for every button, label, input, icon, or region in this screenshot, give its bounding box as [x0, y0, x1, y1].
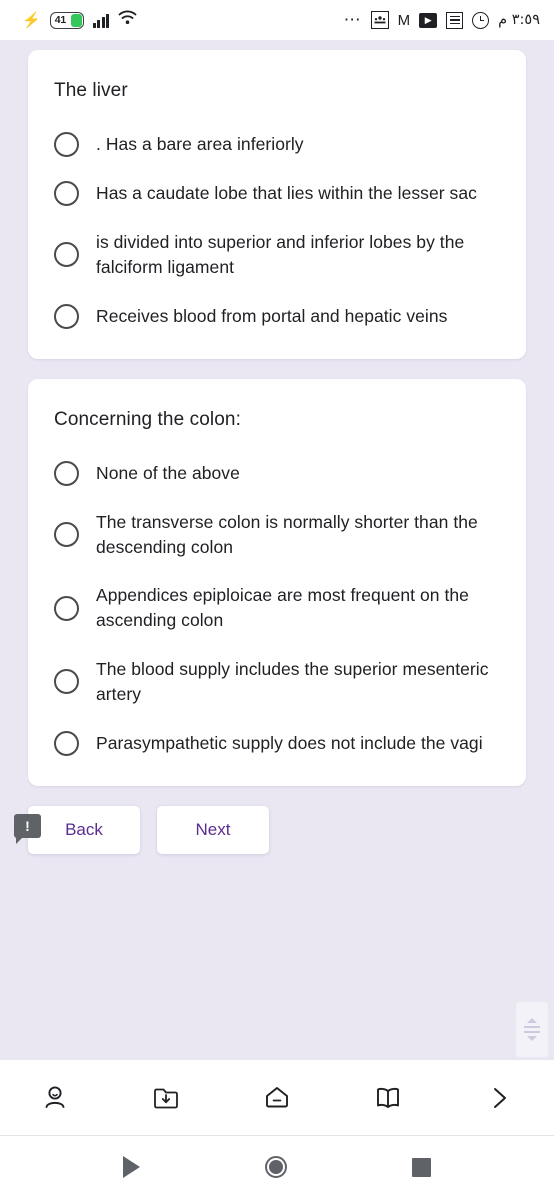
answer-option-label: The blood supply includes the superior m… [96, 659, 489, 704]
radio-button-icon[interactable] [54, 303, 79, 329]
radio-button-icon[interactable] [54, 522, 79, 548]
answer-option[interactable]: The transverse colon is normally shorter… [54, 510, 500, 560]
answer-option-label: is divided into superior and inferior lo… [96, 232, 465, 277]
answer-option[interactable]: . Has a bare area inferiorly [54, 132, 500, 157]
phone-status-bar: ⚡ 41 ⋯ M ▶ ٣:٥٩ م [0, 0, 554, 40]
next-button-label: Next [195, 819, 231, 839]
browser-bottom-navbar [0, 1060, 554, 1136]
answer-option-label: Appendices epiploicae are most frequent … [96, 585, 469, 631]
wifi-icon [118, 10, 137, 30]
scroll-down-arrow-icon[interactable] [527, 1036, 537, 1041]
radio-button-icon[interactable] [54, 460, 79, 486]
status-bar-right: ⋯ M ▶ ٣:٥٩ م [344, 11, 540, 29]
answer-option-label: Receives blood from portal and hepatic v… [96, 305, 448, 326]
android-system-navbar [0, 1136, 554, 1198]
answer-option[interactable]: Appendices epiploicae are most frequent … [54, 583, 500, 633]
charging-bolt-icon: ⚡ [22, 11, 41, 29]
forward-chevron-icon[interactable] [479, 1078, 519, 1118]
question-title: The liver [54, 80, 128, 101]
android-back-icon[interactable] [122, 1156, 140, 1178]
answer-option-label: . Has a bare area inferiorly [96, 134, 304, 155]
answer-option-label: The transverse colon is normally shorter… [96, 511, 478, 557]
radio-button-icon[interactable] [54, 181, 79, 206]
youtube-icon: ▶ [419, 12, 438, 28]
answer-option[interactable]: The blood supply includes the superior m… [54, 657, 500, 707]
back-button-label: Back [65, 819, 103, 839]
quiz-navigation-buttons: ! Back Next [0, 805, 554, 854]
android-home-icon[interactable] [264, 1156, 287, 1178]
scroll-up-arrow-icon[interactable] [527, 1018, 537, 1023]
radio-button-icon[interactable] [54, 242, 79, 268]
account-icon[interactable] [35, 1078, 75, 1118]
cellular-signal-icon [92, 13, 110, 28]
question-card: Concerning the colon: None of the above … [28, 378, 526, 786]
status-bar-clock: ٣:٥٩ م [498, 12, 540, 28]
answer-option[interactable]: is divided into superior and inferior lo… [54, 230, 500, 280]
classroom-icon [370, 11, 389, 29]
radio-button-icon[interactable] [54, 669, 79, 695]
battery-fill [70, 13, 82, 27]
radio-button-icon[interactable] [54, 132, 79, 157]
downloads-folder-icon[interactable] [146, 1078, 186, 1118]
handle-grip-line [524, 1031, 540, 1033]
gmail-icon: M [397, 11, 411, 29]
next-button[interactable]: Next [157, 805, 269, 854]
scroll-resize-handle[interactable] [516, 1002, 548, 1057]
battery-icon: 41 [49, 11, 84, 29]
android-recents-icon[interactable] [412, 1157, 432, 1177]
handle-grip-line [524, 1026, 540, 1028]
back-button[interactable]: ! Back [14, 805, 140, 854]
answer-option[interactable]: Parasympathetic supply does not include … [54, 730, 500, 756]
status-bar-left: ⚡ 41 [22, 10, 137, 30]
radio-button-icon[interactable] [54, 595, 79, 621]
feedback-badge-icon[interactable]: ! [14, 813, 41, 844]
answer-option-label: Has a caudate lobe that lies within the … [96, 183, 477, 204]
answer-option[interactable]: None of the above [54, 460, 500, 486]
news-icon [446, 11, 464, 29]
bookmarks-book-icon[interactable] [368, 1078, 408, 1118]
answer-option-label: None of the above [96, 462, 240, 483]
answer-option[interactable]: Receives blood from portal and hepatic v… [54, 303, 500, 329]
radio-button-icon[interactable] [54, 730, 79, 756]
home-icon[interactable] [257, 1078, 297, 1118]
question-title: Concerning the colon: [54, 408, 241, 430]
answer-option[interactable]: Has a caudate lobe that lies within the … [54, 181, 500, 206]
battery-level-text: 41 [54, 14, 66, 26]
more-dots-icon: ⋯ [343, 9, 362, 29]
alarm-icon [472, 11, 490, 29]
quiz-page: The liver . Has a bare area inferiorly H… [0, 40, 554, 1060]
answer-option-label: Parasympathetic supply does not include … [96, 732, 483, 753]
question-card: The liver . Has a bare area inferiorly H… [28, 50, 526, 359]
